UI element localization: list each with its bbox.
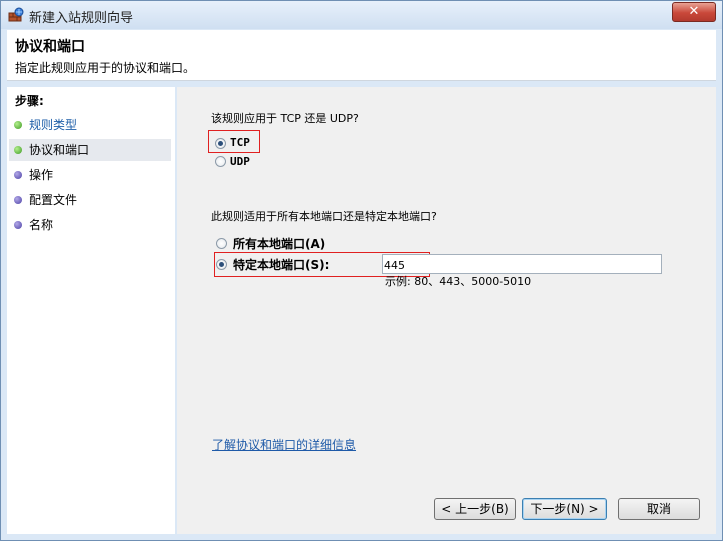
protocol-question: 该规则应用于 TCP 还是 UDP? [211, 112, 359, 125]
step-name[interactable]: 名称 [9, 214, 171, 236]
all-ports-radio[interactable] [216, 238, 227, 249]
step-profile[interactable]: 配置文件 [9, 189, 171, 211]
udp-label[interactable]: UDP [230, 155, 250, 168]
step-pending-icon [14, 196, 22, 204]
title-bar[interactable]: 新建入站规则向导 ✕ [1, 1, 722, 29]
close-button[interactable]: ✕ [672, 2, 716, 22]
page-description: 指定此规则应用于的协议和端口。 [15, 61, 196, 75]
main-panel: 该规则应用于 TCP 还是 UDP? TCP UDP 此规则适用于所有本地端口还… [177, 87, 716, 534]
step-label: 配置文件 [29, 193, 78, 207]
step-complete-icon [14, 121, 22, 129]
specific-ports-radio[interactable] [216, 259, 227, 270]
page-title: 协议和端口 [15, 39, 85, 55]
step-label: 操作 [29, 168, 54, 182]
next-button[interactable]: 下一步(N) > [522, 498, 607, 520]
port-example-hint: 示例: 80、443、5000-5010 [385, 275, 532, 288]
step-action[interactable]: 操作 [9, 164, 171, 186]
step-label: 规则类型 [29, 118, 78, 132]
step-label: 协议和端口 [29, 143, 90, 157]
udp-radio[interactable] [215, 156, 226, 167]
firewall-icon [8, 7, 24, 22]
step-protocol-and-ports[interactable]: 协议和端口 [9, 139, 171, 161]
cancel-button[interactable]: 取消 [618, 498, 700, 520]
tcp-label[interactable]: TCP [230, 136, 250, 149]
close-icon: ✕ [688, 4, 700, 19]
back-button[interactable]: < 上一步(B) [434, 498, 516, 520]
wizard-window: 新建入站规则向导 ✕ 协议和端口 指定此规则应用于的协议和端口。 步骤: 规则类… [0, 0, 723, 541]
step-pending-icon [14, 221, 22, 229]
steps-sidebar: 步骤: 规则类型 协议和端口 操作 配置文件 名称 [7, 87, 175, 534]
step-complete-icon [14, 146, 22, 154]
step-label: 名称 [29, 218, 54, 232]
learn-more-link[interactable]: 了解协议和端口的详细信息 [212, 436, 356, 453]
step-pending-icon [14, 171, 22, 179]
specific-ports-label[interactable]: 特定本地端口(S): [233, 256, 329, 273]
tcp-radio[interactable] [215, 138, 226, 149]
steps-label: 步骤: [15, 94, 44, 108]
step-rule-type[interactable]: 规则类型 [9, 114, 171, 136]
port-input[interactable] [382, 254, 662, 274]
ports-question: 此规则适用于所有本地端口还是特定本地端口? [211, 210, 437, 223]
all-ports-label[interactable]: 所有本地端口(A) [233, 235, 325, 252]
wizard-header: 协议和端口 指定此规则应用于的协议和端口。 [7, 30, 716, 81]
window-title: 新建入站规则向导 [29, 11, 134, 26]
